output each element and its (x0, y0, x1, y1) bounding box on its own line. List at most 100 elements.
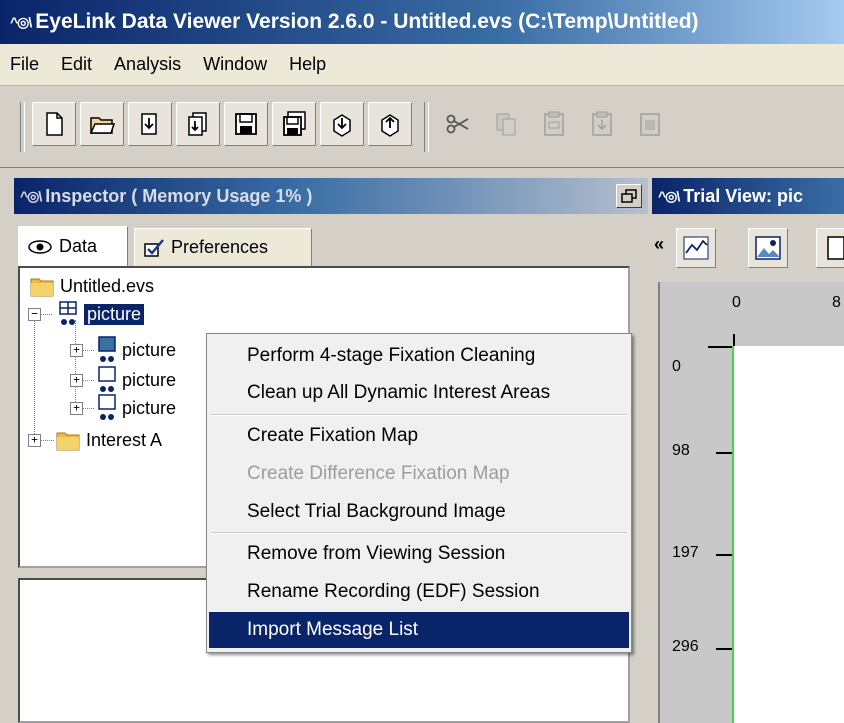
y-tick-label: 197 (672, 544, 699, 561)
restore-window-icon (621, 189, 637, 203)
paste-button[interactable] (532, 102, 576, 146)
menu-item-fixation-cleaning[interactable]: Perform 4-stage Fixation Cleaning (209, 338, 629, 374)
tree-line (75, 320, 76, 402)
checklist-icon (144, 238, 164, 257)
toolbar-separator (424, 102, 429, 152)
tree-item-label: picture (122, 369, 177, 390)
folder-icon (56, 432, 80, 451)
delete-button[interactable] (628, 102, 672, 146)
trial-view-title: Trial View: pic (683, 185, 803, 206)
save-button[interactable] (224, 102, 268, 146)
tree-item-label: picture (122, 397, 177, 418)
collapse-chevron[interactable]: « (654, 234, 664, 255)
export-button[interactable] (320, 102, 364, 146)
menu-window[interactable]: Window (193, 54, 279, 75)
menu-analysis[interactable]: Analysis (104, 54, 193, 75)
tree-item-interest-areas[interactable]: Interest A (56, 424, 162, 456)
window-title: EyeLink Data Viewer Version 2.6.0 - Unti… (35, 10, 699, 33)
inspector-header[interactable]: ^◎\ Inspector ( Memory Usage 1% ) (14, 178, 648, 214)
menu-item-clean-dynamic-ias[interactable]: Clean up All Dynamic Interest Areas (209, 375, 629, 411)
tab-preferences[interactable]: Preferences (134, 228, 312, 266)
import-button[interactable] (128, 102, 172, 146)
import-multiple-button[interactable] (176, 102, 220, 146)
inspector-title: Inspector ( Memory Usage 1% ) (45, 185, 313, 206)
tab-data-label: Data (59, 236, 98, 256)
tree-item-label: Interest A (86, 429, 163, 450)
menu-separator (211, 532, 627, 534)
new-file-button[interactable] (32, 102, 76, 146)
tree-item-label: Untitled.evs (60, 275, 155, 296)
tree-item-trial[interactable]: picture (96, 334, 176, 366)
temporal-graph-button[interactable] (676, 228, 716, 268)
window-title-bar[interactable]: ^◎\ EyeLink Data Viewer Version 2.6.0 - … (0, 0, 844, 44)
y-tick-label: 0 (672, 358, 681, 375)
menu-edit[interactable]: Edit (51, 54, 104, 75)
menu-bar: File Edit Analysis Window Help (0, 44, 844, 86)
import-multiple-icon (188, 112, 207, 136)
open-folder-icon (89, 117, 116, 134)
tree-line (40, 440, 54, 441)
copy-button[interactable] (484, 102, 528, 146)
save-icon (235, 113, 257, 135)
paste-special-button[interactable] (580, 102, 624, 146)
session-icon (59, 301, 77, 325)
eyelink-logo-icon: ^◎\ (658, 187, 680, 204)
toolbar-separator (20, 102, 25, 152)
tree-line (82, 380, 94, 381)
tree-item-label: picture (122, 339, 177, 360)
menu-file[interactable]: File (0, 54, 51, 75)
menu-item-rename-edf-session[interactable]: Rename Recording (EDF) Session (209, 574, 629, 610)
x-tick-label: 8 (832, 294, 841, 311)
spatial-overlay-button[interactable] (748, 228, 788, 268)
export-all-button[interactable] (368, 102, 412, 146)
y-tick-label: 98 (672, 442, 690, 459)
cut-icon (446, 114, 469, 134)
tree-line (40, 314, 52, 315)
eyelink-logo-icon: ^◎\ (20, 187, 42, 204)
delete-icon (640, 113, 660, 136)
trial-view-header[interactable]: ^◎\ Trial View: pic (652, 178, 844, 214)
paste-special-icon (592, 111, 612, 136)
copy-icon (496, 113, 516, 136)
animation-view-button[interactable] (816, 228, 844, 268)
tree-line (82, 408, 94, 409)
line-graph-icon (683, 236, 709, 260)
trial-icon (98, 336, 116, 362)
menu-item-remove-from-session[interactable]: Remove from Viewing Session (209, 536, 629, 572)
film-icon (827, 236, 844, 260)
tree-line (82, 350, 94, 351)
menu-item-create-fixation-map[interactable]: Create Fixation Map (209, 418, 629, 454)
eye-icon (28, 239, 52, 254)
x-axis-line (708, 346, 734, 348)
tree-item-trial[interactable]: picture (96, 392, 176, 424)
save-as-button[interactable] (272, 102, 316, 146)
tree-item-session[interactable]: picture (58, 298, 145, 330)
trial-icon (98, 366, 116, 392)
restore-panel-button[interactable] (616, 184, 642, 208)
trial-icon (98, 394, 116, 420)
tab-preferences-label: Preferences (171, 237, 269, 257)
export-all-icon (381, 114, 399, 137)
cut-button[interactable] (436, 102, 480, 146)
menu-item-select-background-image[interactable]: Select Trial Background Image (209, 494, 629, 530)
paste-icon (544, 111, 564, 136)
open-button[interactable] (80, 102, 124, 146)
tree-line (34, 314, 35, 440)
toolbar (0, 86, 844, 168)
menu-item-import-message-list[interactable]: Import Message List (209, 612, 629, 648)
menu-item-create-difference-map[interactable]: Create Difference Fixation Map (209, 456, 629, 492)
x-tick-label: 0 (732, 294, 741, 311)
new-file-icon (46, 112, 63, 136)
tab-data[interactable]: Data (18, 226, 128, 266)
image-icon (755, 236, 781, 260)
trial-plot-area: 0 8 0 98 197 296 (658, 282, 844, 723)
y-tick-mark (716, 452, 732, 454)
trial-canvas[interactable] (732, 346, 844, 723)
menu-help[interactable]: Help (279, 54, 338, 75)
menu-separator (211, 414, 627, 416)
y-tick-mark (716, 648, 732, 650)
y-tick-mark (716, 554, 732, 556)
save-as-icon (283, 111, 306, 136)
export-icon (333, 114, 351, 137)
trial-view-panel: ^◎\ Trial View: pic « 0 8 0 98 197 296 (652, 178, 844, 723)
